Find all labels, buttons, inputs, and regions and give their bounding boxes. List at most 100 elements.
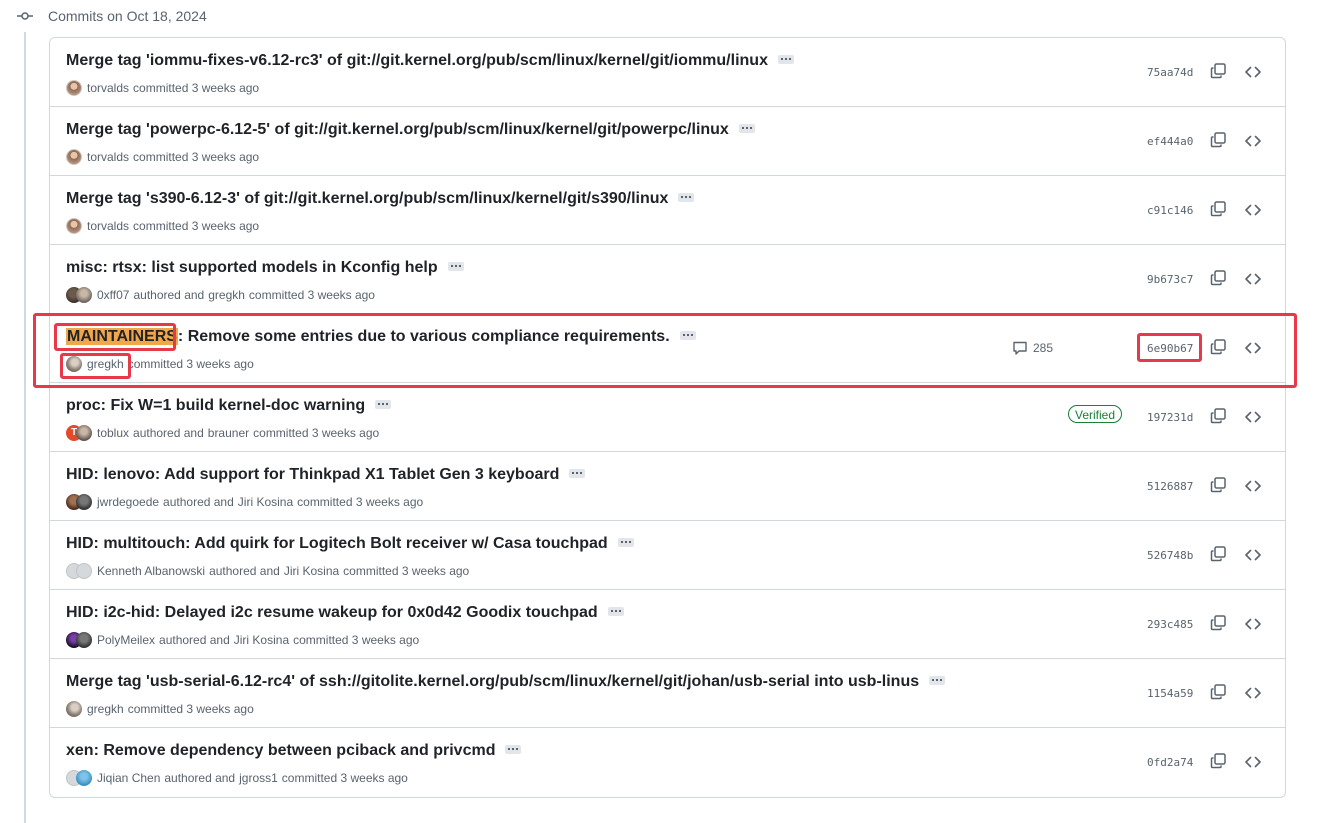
commit-list: Merge tag 'iommu-fixes-v6.12-rc3' of git… [49, 37, 1286, 798]
committer-link[interactable]: gregkh [208, 288, 245, 302]
commit-sha-link[interactable]: 0fd2a74 [1147, 756, 1193, 769]
copy-icon[interactable] [1210, 408, 1226, 424]
commit-sha-link[interactable]: 9b673c7 [1147, 273, 1193, 286]
author-link[interactable]: torvalds [87, 81, 129, 95]
avatar[interactable] [66, 701, 82, 717]
commit-sha-link[interactable]: 526748b [1147, 549, 1193, 562]
commit-sha-link[interactable]: 6e90b67 [1147, 342, 1193, 355]
avatar[interactable] [76, 632, 92, 648]
commit-title-link[interactable]: Merge tag 's390-6.12-3' of git://git.ker… [66, 190, 668, 208]
commit-title-link[interactable]: Merge tag 'iommu-fixes-v6.12-rc3' of git… [66, 52, 768, 70]
author-link[interactable]: torvalds [87, 219, 129, 233]
commit-row: proc: Fix W=1 build kernel-doc warning T… [50, 383, 1285, 452]
ellipsis-icon[interactable] [569, 468, 586, 478]
code-icon[interactable] [1245, 133, 1261, 149]
author-link[interactable]: Kenneth Albanowski [97, 564, 205, 578]
commit-sha-link[interactable]: 293c485 [1147, 618, 1193, 631]
copy-icon[interactable] [1210, 684, 1226, 700]
copy-icon[interactable] [1210, 546, 1226, 562]
copy-icon[interactable] [1210, 477, 1226, 493]
avatar[interactable] [66, 80, 82, 96]
ellipsis-icon[interactable] [505, 744, 522, 754]
avatar[interactable] [66, 218, 82, 234]
copy-icon[interactable] [1210, 615, 1226, 631]
author-link[interactable]: PolyMeilex [97, 633, 155, 647]
author-link[interactable]: gregkh [87, 702, 124, 716]
ellipsis-icon[interactable] [617, 537, 634, 547]
committer-link[interactable]: brauner [208, 426, 249, 440]
commit-row: Merge tag 'usb-serial-6.12-rc4' of ssh:/… [50, 659, 1285, 728]
commit-title-link[interactable]: Merge tag 'usb-serial-6.12-rc4' of ssh:/… [66, 673, 919, 691]
commit-sha-link[interactable]: c91c146 [1147, 204, 1193, 217]
ellipsis-icon[interactable] [607, 606, 624, 616]
committer-link[interactable]: jgross1 [239, 771, 278, 785]
ellipsis-icon[interactable] [678, 192, 695, 202]
author-link[interactable]: gregkh [87, 357, 124, 371]
author-link[interactable]: Jiqian Chen [97, 771, 160, 785]
ellipsis-icon[interactable] [679, 330, 696, 340]
ellipsis-icon[interactable] [777, 54, 794, 64]
commit-title-link[interactable]: proc: Fix W=1 build kernel-doc warning [66, 397, 365, 415]
committer-link[interactable]: Jiri Kosina [238, 495, 293, 509]
commit-title-link[interactable]: Merge tag 'powerpc-6.12-5' of git://git.… [66, 121, 729, 139]
ellipsis-icon[interactable] [447, 261, 464, 271]
code-icon[interactable] [1245, 340, 1261, 356]
code-icon[interactable] [1245, 685, 1261, 701]
copy-icon[interactable] [1210, 753, 1226, 769]
code-icon[interactable] [1245, 64, 1261, 80]
code-icon[interactable] [1245, 754, 1261, 770]
title-rest: : Remove some entries due to various com… [177, 328, 670, 345]
commit-sha-link[interactable]: ef444a0 [1147, 135, 1193, 148]
commit-meta-text: authored and [164, 771, 236, 785]
code-icon[interactable] [1245, 478, 1261, 494]
avatar[interactable] [76, 494, 92, 510]
commit-sha-link[interactable]: 197231d [1147, 411, 1193, 424]
code-icon[interactable] [1245, 271, 1261, 287]
avatar[interactable] [76, 287, 92, 303]
comment-count[interactable]: 285 [1012, 340, 1053, 356]
code-icon[interactable] [1245, 616, 1261, 632]
avatar[interactable] [76, 425, 92, 441]
copy-icon[interactable] [1210, 201, 1226, 217]
code-icon[interactable] [1245, 202, 1261, 218]
commit-row: HID: i2c-hid: Delayed i2c resume wakeup … [50, 590, 1285, 659]
commit-meta-text: committed 3 weeks ago [127, 702, 254, 716]
commit-meta-text: authored and [133, 288, 205, 302]
ellipsis-icon[interactable] [929, 675, 946, 685]
commit-title-link[interactable]: HID: i2c-hid: Delayed i2c resume wakeup … [66, 604, 598, 622]
avatar[interactable] [76, 563, 92, 579]
avatar[interactable] [66, 149, 82, 165]
commit-sha-link[interactable]: 1154a59 [1147, 687, 1193, 700]
author-link[interactable]: toblux [97, 426, 129, 440]
committer-link[interactable]: Jiri Kosina [234, 633, 289, 647]
code-icon[interactable] [1245, 547, 1261, 563]
commit-sha-link[interactable]: 5126887 [1147, 480, 1193, 493]
commit-title-link[interactable]: HID: lenovo: Add support for Thinkpad X1… [66, 466, 559, 484]
commit-meta-text: authored and [163, 495, 234, 509]
commit-meta-text: authored and [133, 426, 204, 440]
committer-link[interactable]: Jiri Kosina [284, 564, 339, 578]
copy-icon[interactable] [1210, 270, 1226, 286]
copy-icon[interactable] [1210, 132, 1226, 148]
commit-row: xen: Remove dependency between pciback a… [50, 728, 1285, 797]
author-link[interactable]: torvalds [87, 150, 129, 164]
avatar[interactable] [66, 356, 82, 372]
author-link[interactable]: jwrdegoede [97, 495, 159, 509]
commit-title-link[interactable]: misc: rtsx: list supported models in Kco… [66, 259, 438, 277]
copy-icon[interactable] [1210, 339, 1226, 355]
comment-icon [1013, 341, 1027, 355]
code-icon[interactable] [1245, 409, 1261, 425]
ellipsis-icon[interactable] [375, 399, 392, 409]
copy-icon[interactable] [1210, 63, 1226, 79]
avatar[interactable] [76, 770, 92, 786]
author-link[interactable]: 0xff07 [97, 288, 129, 302]
commit-title-link[interactable]: xen: Remove dependency between pciback a… [66, 742, 495, 760]
commit-sha-link[interactable]: 75aa74d [1147, 66, 1193, 79]
commit-group-header: Commits on Oct 18, 2024 [17, 6, 207, 26]
verified-badge[interactable]: Verified [1068, 405, 1123, 423]
commit-meta-text: committed 3 weeks ago [293, 633, 420, 647]
commit-row: Merge tag 'iommu-fixes-v6.12-rc3' of git… [50, 38, 1285, 107]
commit-title-link[interactable]: MAINTAINERS: Remove some entries due to … [66, 328, 670, 346]
commit-title-link[interactable]: HID: multitouch: Add quirk for Logitech … [66, 535, 608, 553]
ellipsis-icon[interactable] [738, 123, 755, 133]
